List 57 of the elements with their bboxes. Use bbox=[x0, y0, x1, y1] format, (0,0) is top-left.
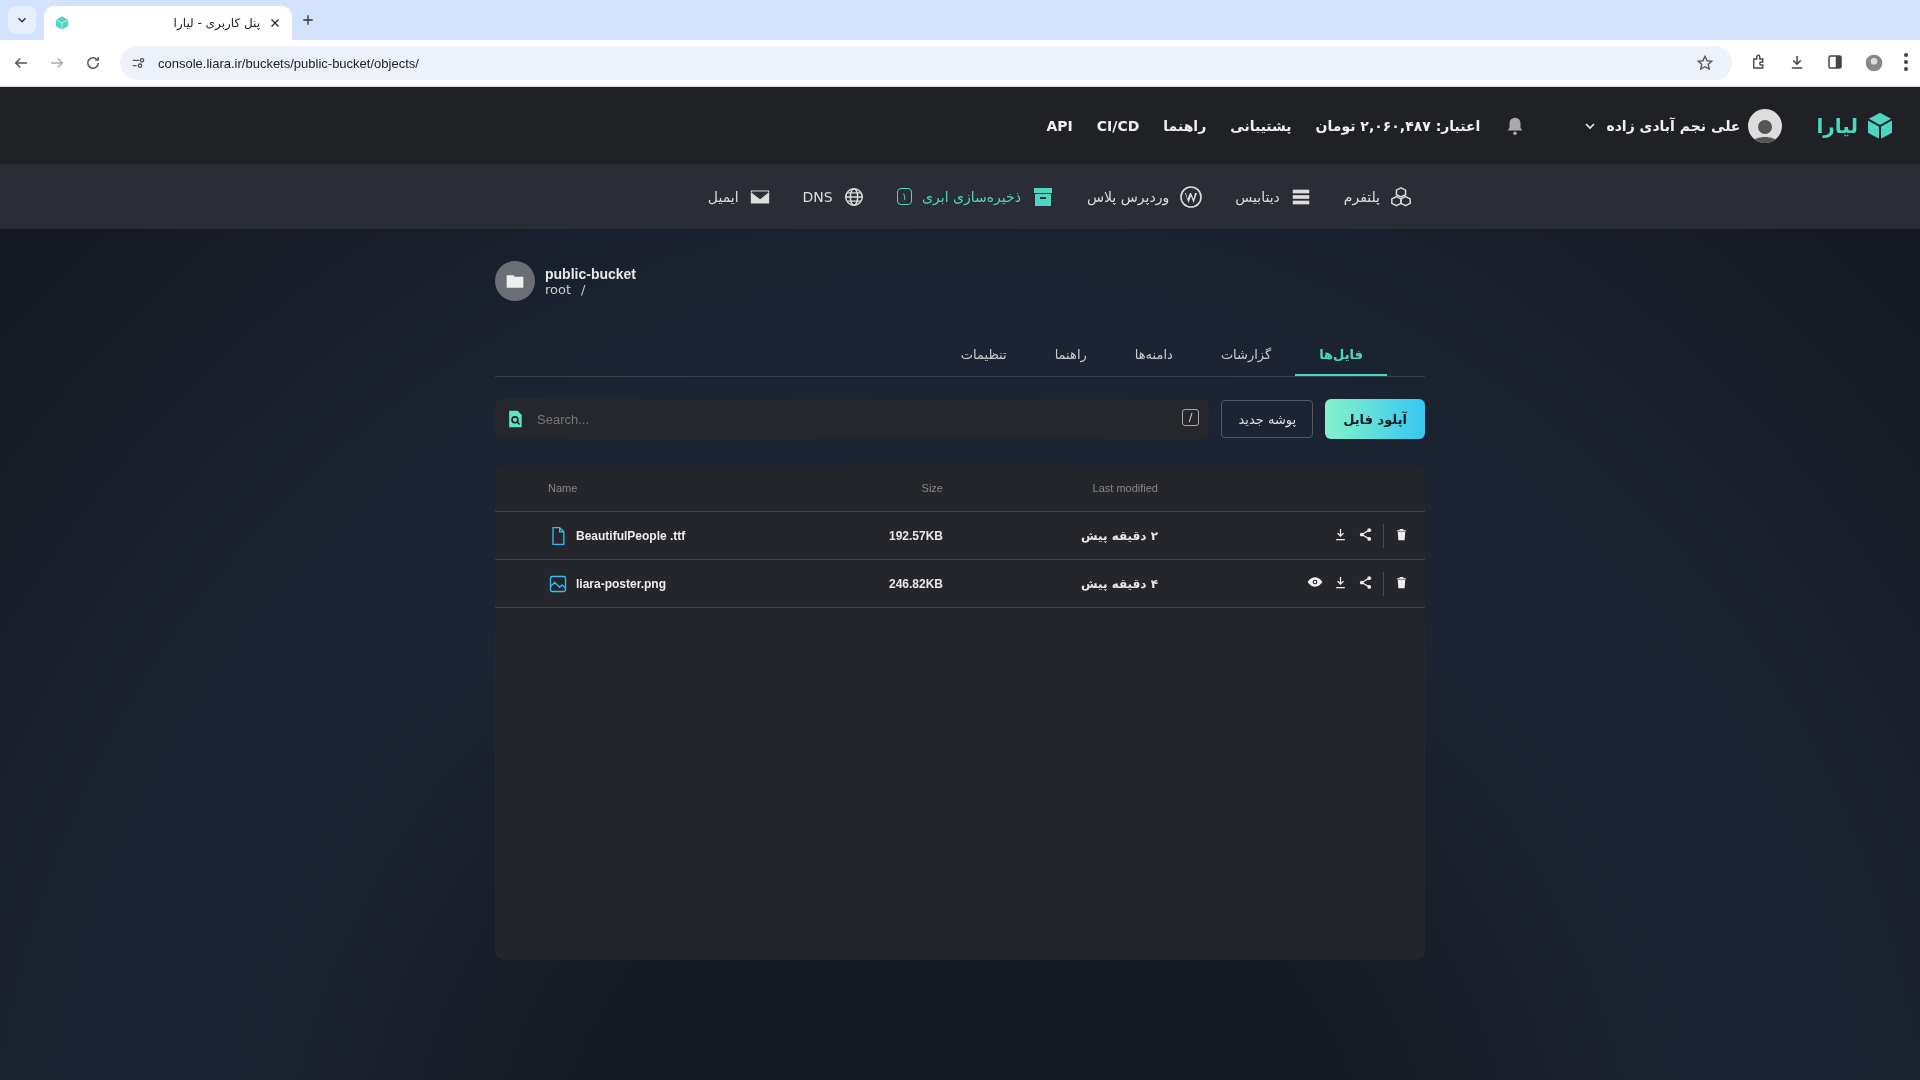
file-size: 192.57KB bbox=[887, 528, 943, 543]
brand-name[interactable]: لیارا bbox=[1816, 113, 1858, 138]
tab[interactable]: گزارشات bbox=[1196, 335, 1296, 376]
share-icon bbox=[1358, 574, 1373, 590]
upload-button[interactable]: آپلود فایل bbox=[1325, 399, 1425, 439]
eye-icon bbox=[1307, 574, 1323, 590]
nav-item[interactable]: DNS bbox=[802, 185, 865, 208]
browser-tab[interactable]: پنل کاربری - لیارا bbox=[44, 6, 292, 40]
cube-icon bbox=[54, 15, 70, 31]
file-name[interactable]: liara-poster.png bbox=[576, 576, 667, 591]
side-panel-icon bbox=[1826, 53, 1844, 71]
share-icon bbox=[1358, 526, 1373, 542]
credit-balance: اعتبار: ۲,۰۶۰,۴۸۷ تومان bbox=[1315, 117, 1481, 134]
column-header: Last modified bbox=[1091, 482, 1158, 494]
reload-icon bbox=[84, 54, 102, 72]
modified-time: ۲ دقیقه پیش bbox=[1081, 528, 1158, 543]
user-avatar[interactable] bbox=[1748, 108, 1783, 143]
new-folder-button[interactable]: پوشه جدید bbox=[1221, 400, 1314, 438]
tab[interactable]: دامنه‌ها bbox=[1110, 335, 1197, 376]
file-name[interactable]: BeautifulPeople .ttf bbox=[576, 528, 686, 543]
more-icon[interactable] bbox=[1904, 53, 1908, 71]
breadcrumb-separator: / bbox=[581, 281, 586, 297]
cubes-icon bbox=[1390, 185, 1412, 208]
header-link[interactable]: API bbox=[1046, 117, 1073, 134]
nav-item[interactable]: پلتفرم bbox=[1343, 185, 1412, 208]
shortcut-key: / bbox=[1181, 409, 1200, 426]
file-size: 246.82KB bbox=[887, 576, 943, 591]
count-badge: ۱ bbox=[896, 188, 913, 205]
trash-icon bbox=[1394, 526, 1409, 542]
header-link[interactable]: CI/CD bbox=[1096, 117, 1140, 134]
nav-item[interactable]: ایمیل bbox=[707, 185, 771, 208]
header-link[interactable]: پشتیبانی bbox=[1230, 117, 1292, 134]
modified-time: ۴ دقیقه پیش bbox=[1081, 576, 1158, 591]
tab[interactable]: تنظیمات bbox=[936, 335, 1031, 376]
user-name[interactable]: علی نجم آبادی زاده bbox=[1606, 117, 1741, 134]
folder-icon bbox=[495, 261, 535, 301]
plus-icon bbox=[300, 12, 316, 28]
nav-item[interactable]: وردپرس پلاس bbox=[1086, 184, 1204, 209]
column-header: Name bbox=[548, 482, 579, 494]
nav-item[interactable]: دیتابیس bbox=[1235, 185, 1312, 208]
tab[interactable]: راهنما bbox=[1030, 335, 1111, 376]
breadcrumb-link[interactable]: root bbox=[545, 281, 572, 297]
profile-icon bbox=[1864, 53, 1884, 73]
bucket-name: public-bucket bbox=[545, 265, 636, 282]
wordpress-icon bbox=[1179, 184, 1204, 209]
globe-icon bbox=[842, 185, 865, 208]
nav-item[interactable]: ذخیره‌سازی ابری ۱ bbox=[896, 184, 1055, 209]
star-icon bbox=[1696, 54, 1714, 72]
header-link[interactable]: راهنما bbox=[1163, 117, 1207, 134]
trash-icon bbox=[1394, 574, 1409, 590]
image-file-icon bbox=[548, 573, 568, 594]
address-bar[interactable]: console.liara.ir/buckets/public-bucket/objects/ bbox=[120, 46, 1732, 80]
site-settings-icon bbox=[130, 55, 146, 71]
tab[interactable]: فایل‌ها bbox=[1295, 335, 1387, 376]
download-icon bbox=[1333, 574, 1348, 590]
column-header: Size bbox=[920, 482, 943, 494]
download-icon bbox=[1333, 526, 1348, 542]
